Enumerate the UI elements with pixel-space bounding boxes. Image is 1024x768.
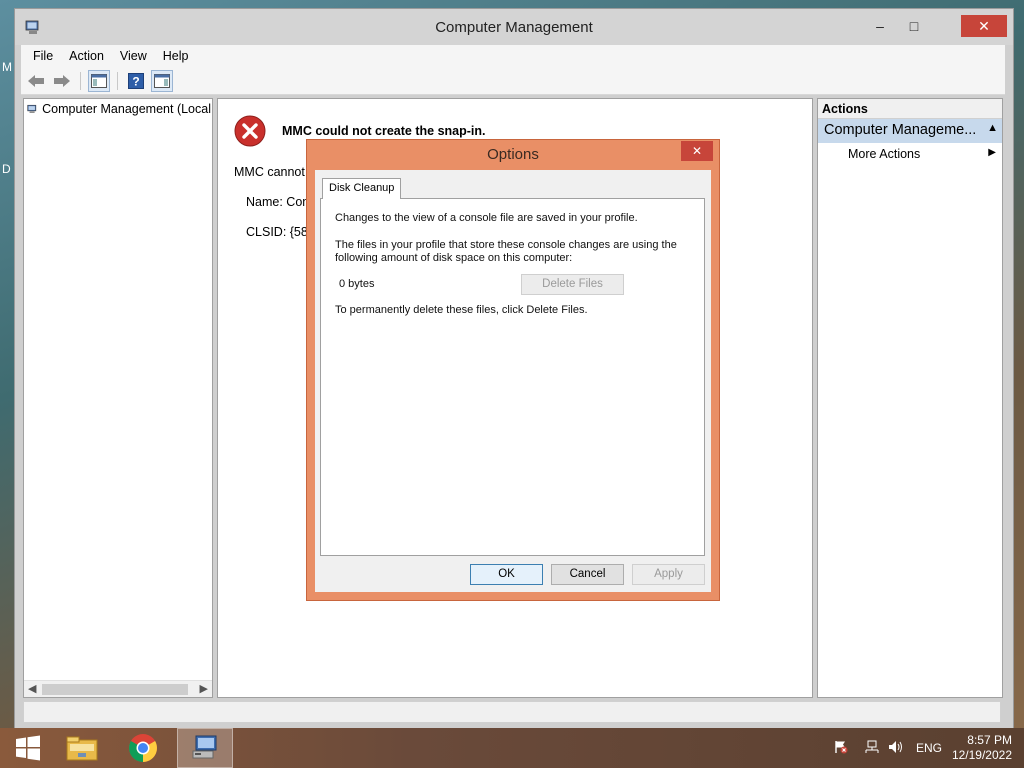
tree-item-computer-management[interactable]: Computer Management (Local xyxy=(27,102,211,116)
console-tree-pane: Computer Management (Local ◀ ▶ xyxy=(23,98,213,698)
horizontal-scrollbar[interactable]: ◀ ▶ xyxy=(24,680,212,697)
start-icon[interactable] xyxy=(0,728,56,768)
disk-usage-value: 0 bytes xyxy=(339,278,375,290)
more-actions-item[interactable]: More Actions ▶ xyxy=(818,143,1002,161)
taskbar: ENG 8:57 PM 12/19/2022 xyxy=(0,728,1024,768)
options-dialog: Options ✕ Disk Cleanup Changes to the vi… xyxy=(306,139,720,601)
cancel-button[interactable]: Cancel xyxy=(551,564,624,585)
collapse-up-icon[interactable]: ▲ xyxy=(987,122,998,134)
desktop-edge-label: D xyxy=(2,162,11,176)
clock-date: 12/19/2022 xyxy=(951,748,1012,762)
actions-header: Actions xyxy=(818,99,1002,119)
tab-disk-cleanup[interactable]: Disk Cleanup xyxy=(322,178,402,199)
delete-files-button[interactable]: Delete Files xyxy=(521,274,624,295)
svg-text:?: ? xyxy=(132,74,139,88)
error-message: MMC cannot xyxy=(234,165,305,179)
back-icon[interactable] xyxy=(25,70,47,92)
window-title: Computer Management xyxy=(435,19,593,36)
error-icon xyxy=(234,115,266,147)
help-icon[interactable]: ? xyxy=(125,70,147,92)
maximize-button[interactable]: □ xyxy=(899,15,929,37)
menu-help[interactable]: Help xyxy=(155,49,197,63)
language-indicator[interactable]: ENG xyxy=(916,741,942,755)
scroll-right-icon[interactable]: ▶ xyxy=(200,682,208,695)
dialog-close-button[interactable]: ✕ xyxy=(681,141,713,161)
toolbar-separator xyxy=(80,71,81,90)
disk-usage-text-line1: The files in your profile that store the… xyxy=(335,239,677,251)
action-center-flag-icon[interactable] xyxy=(832,740,850,757)
dialog-title: Options xyxy=(487,146,539,163)
taskbar-clock[interactable]: 8:57 PM 12/19/2022 xyxy=(952,733,1012,763)
system-tray: ENG xyxy=(832,728,942,768)
close-button[interactable]: ✕ xyxy=(961,15,1007,37)
title-bar[interactable]: Computer Management – □ ✕ xyxy=(15,9,1013,45)
toolbar-separator xyxy=(117,71,118,90)
scroll-left-icon[interactable]: ◀ xyxy=(28,682,36,695)
menu-bar: File Action View Help xyxy=(21,45,1005,67)
clock-time: 8:57 PM xyxy=(967,733,1012,747)
more-actions-label: More Actions xyxy=(848,147,921,161)
chrome-icon[interactable] xyxy=(115,728,171,768)
chevron-right-icon: ▶ xyxy=(988,147,996,158)
file-explorer-icon[interactable] xyxy=(54,728,110,768)
disk-cleanup-panel: Changes to the view of a console file ar… xyxy=(320,198,705,556)
computer-management-icon[interactable] xyxy=(177,728,233,768)
desktop-edge-label: M xyxy=(2,60,12,74)
snapin-name: Name: Com xyxy=(246,195,313,209)
tree-item-label: Computer Management (Local xyxy=(42,102,211,116)
volume-icon[interactable] xyxy=(884,740,908,757)
actions-pane: Actions Computer Manageme... ▲ More Acti… xyxy=(817,98,1003,698)
disk-usage-text-line2: following amount of disk space on this c… xyxy=(335,252,573,264)
computer-icon xyxy=(27,104,37,113)
actions-section-computer-management[interactable]: Computer Manageme... ▲ xyxy=(818,119,1002,143)
menu-action[interactable]: Action xyxy=(61,49,112,63)
show-hide-action-pane-icon[interactable] xyxy=(151,69,173,92)
ok-button[interactable]: OK xyxy=(470,564,543,585)
show-hide-tree-icon[interactable] xyxy=(88,69,110,92)
dialog-body: Disk Cleanup Changes to the view of a co… xyxy=(315,170,711,592)
scrollbar-thumb[interactable] xyxy=(42,684,188,695)
actions-section-label: Computer Manageme... xyxy=(824,122,977,138)
error-title: MMC could not create the snap-in. xyxy=(282,124,486,138)
profile-info-text: Changes to the view of a console file ar… xyxy=(335,212,638,224)
minimize-button[interactable]: – xyxy=(865,15,895,37)
forward-icon[interactable] xyxy=(51,70,73,92)
menu-file[interactable]: File xyxy=(25,49,61,63)
menu-view[interactable]: View xyxy=(112,49,155,63)
status-bar xyxy=(23,701,1001,723)
network-icon[interactable] xyxy=(860,740,884,757)
apply-button[interactable]: Apply xyxy=(632,564,705,585)
delete-instruction-text: To permanently delete these files, click… xyxy=(335,304,588,316)
toolbar: ? xyxy=(21,67,1005,95)
